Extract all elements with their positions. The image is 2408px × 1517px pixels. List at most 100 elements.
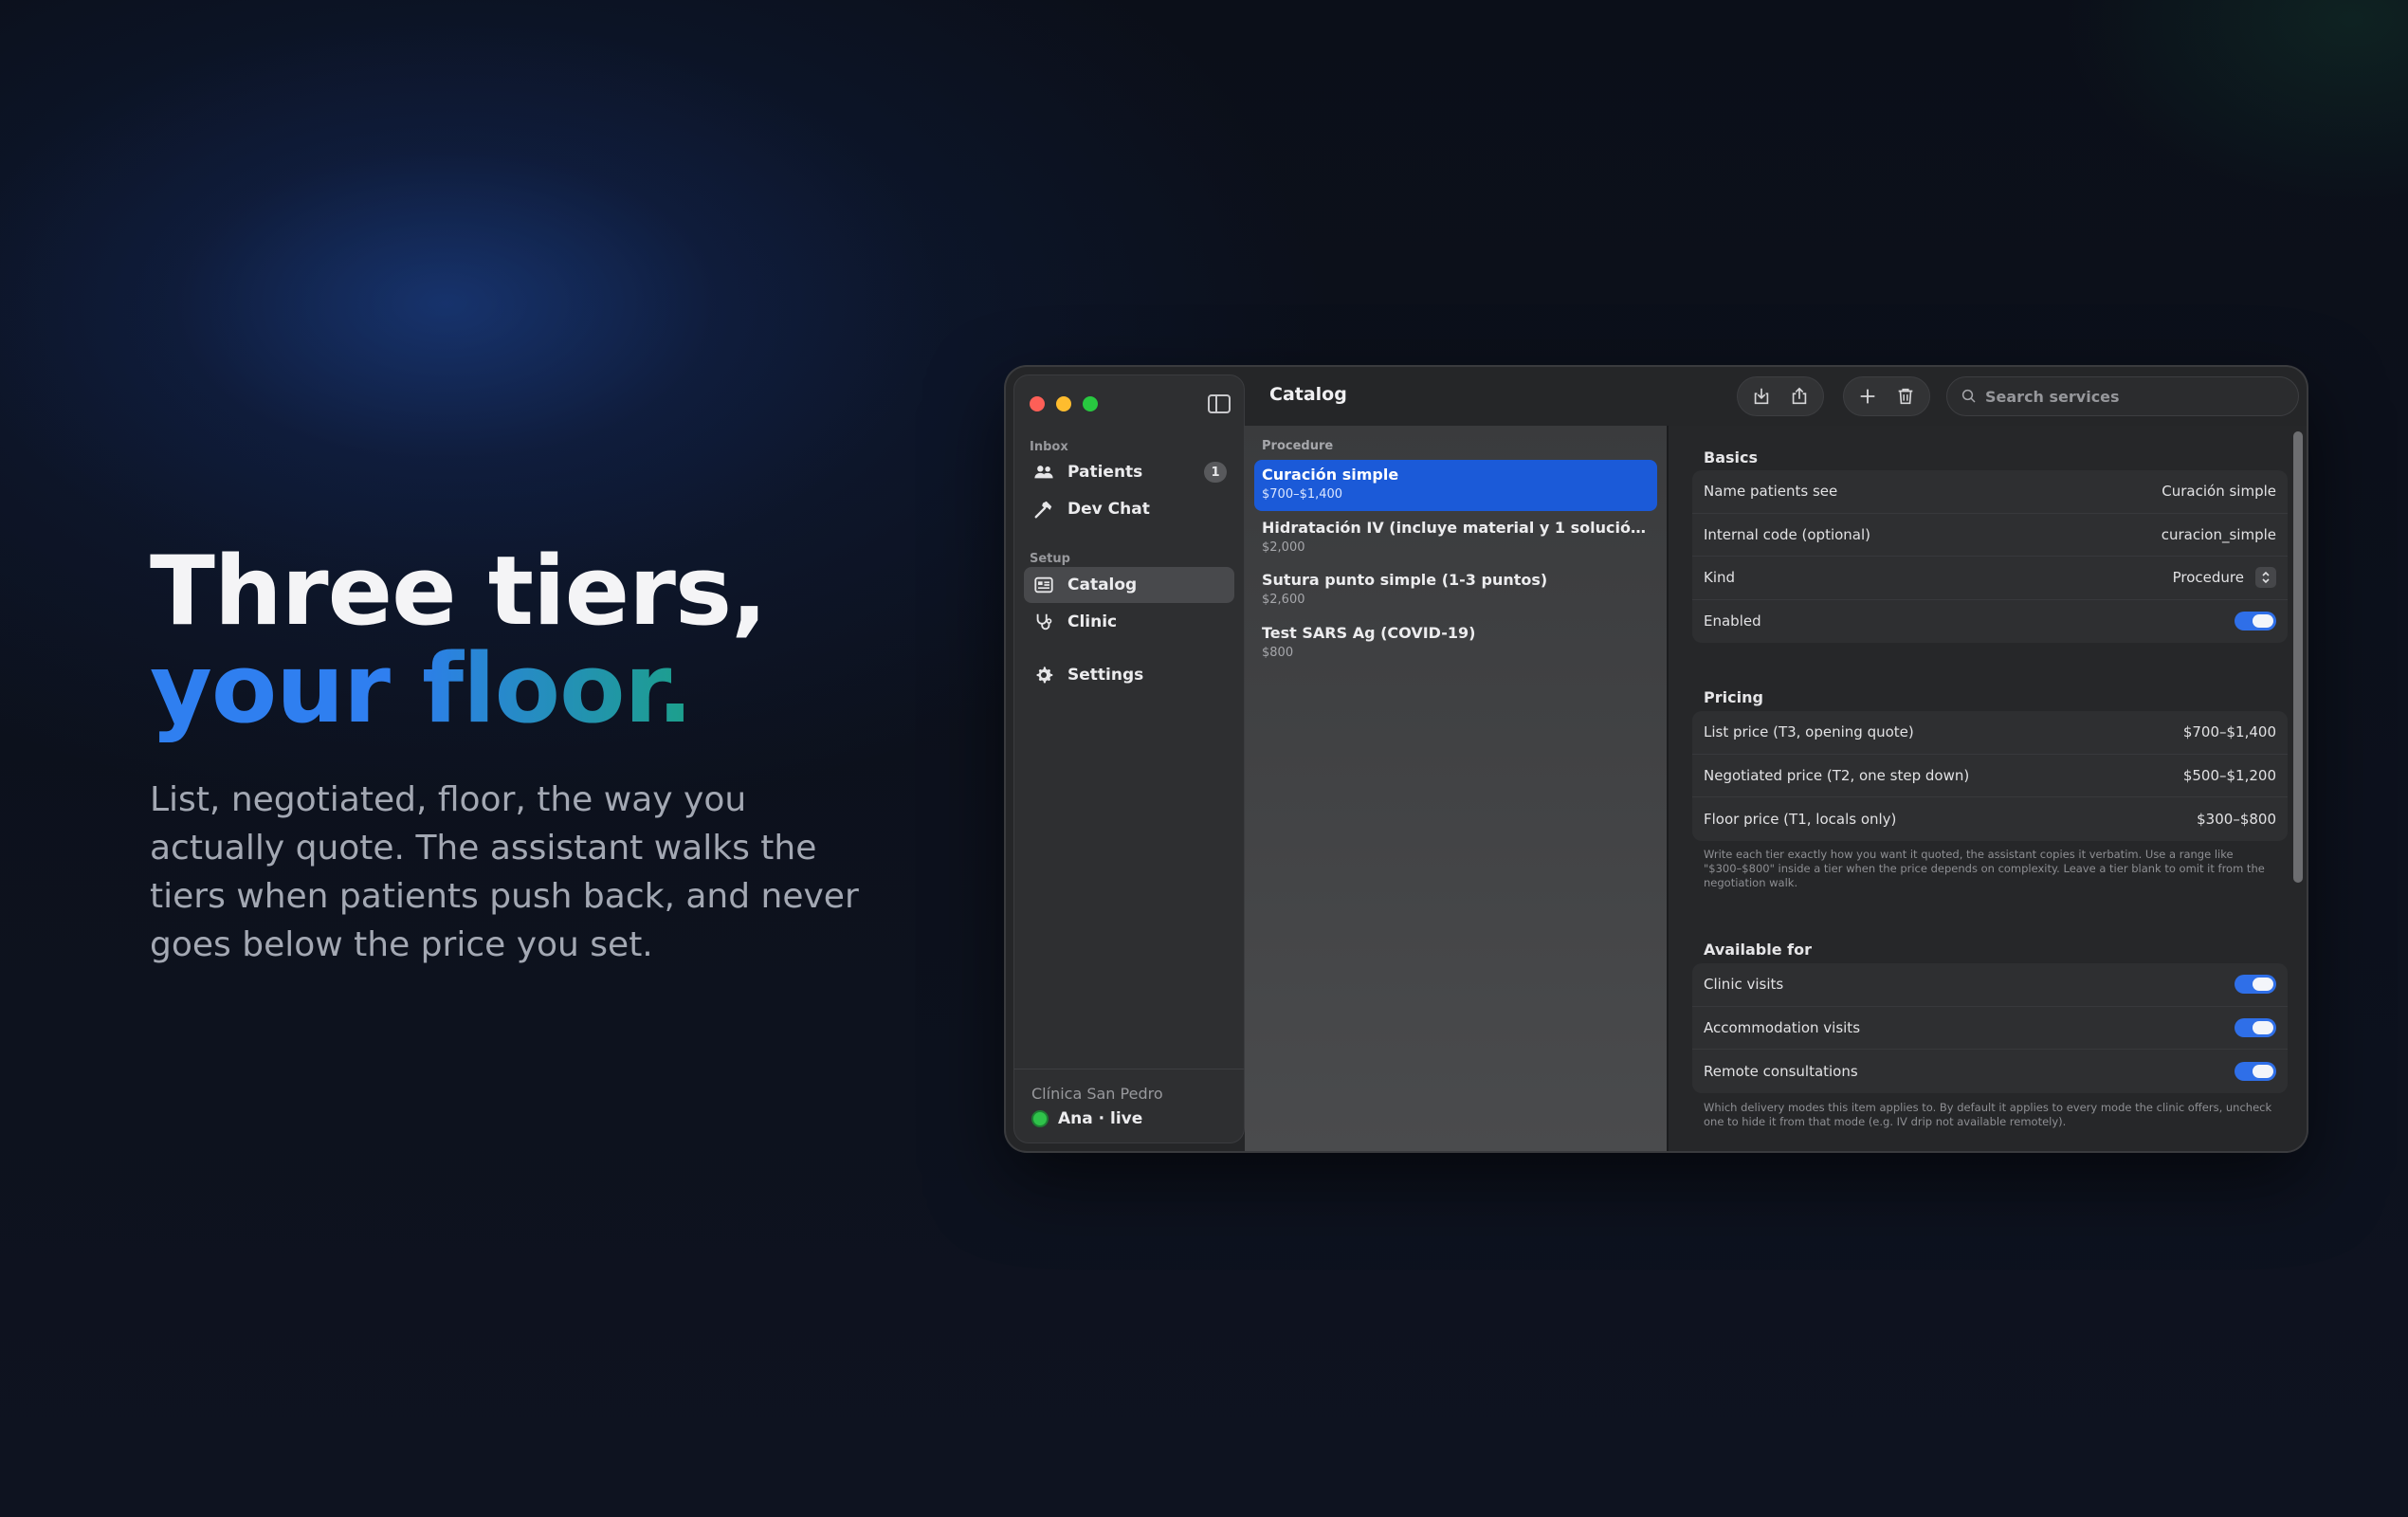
code-value[interactable]: curacion_simple	[2162, 526, 2276, 543]
page-title: Catalog	[1269, 384, 1347, 405]
sidebar: Inbox Patients 1 Dev Chat Setup Catalog	[1013, 375, 1245, 1143]
headline-word-floor: floor.	[422, 632, 693, 744]
list-item-price: $700–$1,400	[1262, 487, 1343, 502]
list-price-value[interactable]: $700–$1,400	[2183, 723, 2276, 740]
accommodation-visits-toggle[interactable]	[2235, 1017, 2276, 1037]
catalog-list: Procedure Curación simple $700–$1,400 Hi…	[1245, 426, 1667, 1151]
clinic-visits-label: Clinic visits	[1704, 976, 1784, 994]
sidebar-item-label: Patients	[1067, 463, 1143, 482]
headline-line-1: Three tiers,	[150, 535, 767, 647]
catalog-icon	[1033, 575, 1054, 595]
trash-icon	[1898, 388, 1913, 405]
detail-pane: Basics Name patients see Curación simple…	[1669, 426, 2307, 1151]
sidebar-item-clinic[interactable]: Clinic	[1024, 604, 1234, 640]
user-status[interactable]: Ana · live	[1031, 1109, 1142, 1128]
name-row[interactable]: Name patients see Curación simple	[1692, 470, 2288, 514]
import-export-group	[1737, 376, 1824, 416]
list-item[interactable]: Hidratación IV (incluye material y 1 sol…	[1254, 513, 1657, 564]
remote-consultations-row: Remote consultations	[1692, 1050, 2288, 1093]
live-status-dot-icon	[1031, 1110, 1049, 1127]
delete-service-button[interactable]	[1889, 380, 1922, 412]
headline-line-2: your floor.	[150, 640, 984, 738]
kind-row[interactable]: Kind Procedure	[1692, 557, 2288, 600]
enabled-row: Enabled	[1692, 600, 2288, 644]
basics-section-title: Basics	[1704, 448, 1759, 466]
search-box[interactable]	[1946, 376, 2299, 416]
search-input[interactable]	[1985, 387, 2270, 406]
list-price-row[interactable]: List price (T3, opening quote) $700–$1,4…	[1692, 711, 2288, 755]
search-icon	[1961, 389, 1976, 403]
clinic-name: Clínica San Pedro	[1031, 1085, 1163, 1103]
add-service-button[interactable]	[1852, 380, 1884, 412]
name-value[interactable]: Curación simple	[2162, 483, 2276, 500]
list-price-label: List price (T3, opening quote)	[1704, 723, 1914, 741]
import-button[interactable]	[1745, 380, 1778, 412]
list-item[interactable]: Sutura punto simple (1-3 puntos) $2,600	[1254, 565, 1657, 616]
add-delete-group	[1843, 376, 1930, 416]
list-group-header: Procedure	[1262, 439, 1334, 453]
negotiated-price-label: Negotiated price (T2, one step down)	[1704, 766, 1970, 784]
accommodation-visits-row: Accommodation visits	[1692, 1007, 2288, 1050]
floor-price-label: Floor price (T1, locals only)	[1704, 810, 1897, 828]
list-item-price: $2,600	[1262, 593, 1305, 607]
list-item-title: Hidratación IV (incluye material y 1 sol…	[1262, 519, 1650, 537]
availability-section-title: Available for	[1704, 941, 1813, 959]
clinic-visits-toggle[interactable]	[2235, 975, 2276, 995]
list-item-title: Sutura punto simple (1-3 puntos)	[1262, 571, 1548, 589]
accommodation-visits-label: Accommodation visits	[1704, 1018, 1861, 1036]
hero-subcopy: List, negotiated, floor, the way you act…	[150, 780, 859, 964]
sidebar-item-label: Clinic	[1067, 612, 1118, 631]
people-icon	[1033, 462, 1054, 483]
plus-icon	[1860, 389, 1875, 404]
availability-group: Clinic visits Accommodation visits Remot…	[1692, 963, 2288, 1093]
availability-help-text: Which delivery modes this item applies t…	[1704, 1101, 2272, 1128]
list-item[interactable]: Test SARS Ag (COVID-19) $800	[1254, 618, 1657, 669]
sidebar-item-label: Settings	[1067, 666, 1144, 685]
pricing-group: List price (T3, opening quote) $700–$1,4…	[1692, 711, 2288, 841]
close-window-button[interactable]	[1030, 396, 1045, 411]
floor-price-row[interactable]: Floor price (T1, locals only) $300–$800	[1692, 797, 2288, 841]
negotiated-price-row[interactable]: Negotiated price (T2, one step down) $50…	[1692, 755, 2288, 797]
sidebar-footer: Clínica San Pedro Ana · live	[1014, 1069, 1244, 1142]
basics-group: Name patients see Curación simple Intern…	[1692, 470, 2288, 643]
hero-section: Three tiers, your floor. List, negotiate…	[150, 542, 984, 969]
list-item[interactable]: Curación simple $700–$1,400	[1254, 460, 1657, 511]
kind-select[interactable]: Procedure	[2172, 567, 2276, 589]
enabled-toggle[interactable]	[2235, 612, 2276, 631]
pricing-section-title: Pricing	[1704, 688, 1763, 706]
sidebar-item-settings[interactable]: Settings	[1024, 657, 1234, 693]
remote-consultations-toggle[interactable]	[2235, 1061, 2276, 1081]
kind-label: Kind	[1704, 569, 1736, 587]
section-label-setup: Setup	[1030, 552, 1070, 566]
list-item-price: $2,000	[1262, 540, 1305, 555]
detail-scrollbar[interactable]	[2293, 431, 2303, 883]
list-item-title: Test SARS Ag (COVID-19)	[1262, 624, 1476, 642]
code-label: Internal code (optional)	[1704, 525, 1871, 543]
sidebar-item-dev-chat[interactable]: Dev Chat	[1024, 491, 1234, 527]
clinic-visits-row: Clinic visits	[1692, 963, 2288, 1007]
code-row[interactable]: Internal code (optional) curacion_simple	[1692, 514, 2288, 557]
share-button[interactable]	[1783, 380, 1815, 412]
stethoscope-icon	[1033, 612, 1054, 632]
pricing-help-text: Write each tier exactly how you want it …	[1704, 848, 2265, 889]
floor-price-value[interactable]: $300–$800	[2197, 811, 2276, 828]
minimize-window-button[interactable]	[1056, 396, 1071, 411]
gear-icon	[1033, 665, 1054, 685]
name-label: Name patients see	[1704, 483, 1838, 501]
list-item-title: Curación simple	[1262, 466, 1399, 484]
sidebar-toggle-icon[interactable]	[1208, 394, 1231, 413]
negotiated-price-value[interactable]: $500–$1,200	[2183, 767, 2276, 784]
patients-count-badge: 1	[1204, 462, 1227, 483]
enabled-label: Enabled	[1704, 612, 1761, 631]
hammer-icon	[1033, 499, 1054, 520]
sidebar-item-catalog[interactable]: Catalog	[1024, 567, 1234, 603]
remote-consultations-label: Remote consultations	[1704, 1062, 1858, 1080]
sidebar-item-label: Dev Chat	[1067, 500, 1150, 519]
window-controls	[1030, 396, 1098, 411]
list-item-price: $800	[1262, 646, 1294, 660]
zoom-window-button[interactable]	[1083, 396, 1098, 411]
kind-value: Procedure	[2172, 569, 2244, 587]
chevron-up-down-icon[interactable]	[2255, 567, 2276, 589]
sidebar-item-patients[interactable]: Patients 1	[1024, 454, 1234, 490]
sidebar-item-label: Catalog	[1067, 576, 1138, 594]
